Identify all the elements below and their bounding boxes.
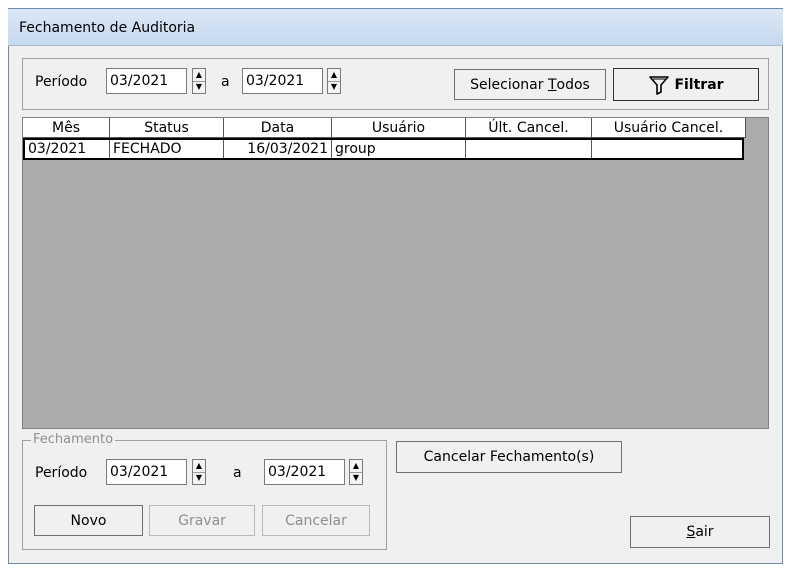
audit-grid[interactable]: Mês Status Data Usuário Últ. Cancel. Usu…	[22, 117, 769, 429]
window-title: Fechamento de Auditoria	[19, 20, 196, 36]
spin-down-icon[interactable]: ▼	[193, 82, 205, 94]
filter-to-input[interactable]: 03/2021	[242, 68, 323, 94]
fechamento-from-spinner[interactable]: ▲ ▼	[192, 459, 206, 485]
column-header-ult-cancel[interactable]: Últ. Cancel.	[466, 118, 592, 138]
cell-mes: 03/2021	[25, 140, 110, 158]
fechamento-a-label: a	[233, 465, 242, 481]
sair-hotkey: S	[686, 524, 696, 540]
filter-a-label: a	[221, 74, 230, 90]
funnel-icon	[649, 75, 670, 95]
filter-from-input[interactable]: 03/2021	[106, 68, 187, 94]
fechamento-periodo-label: Período	[35, 465, 88, 481]
column-header-usuario[interactable]: Usuário	[332, 118, 466, 138]
column-header-data[interactable]: Data	[224, 118, 332, 138]
select-all-hotkey: T	[547, 76, 557, 93]
select-all-suffix: odos	[556, 76, 590, 93]
filter-periodo-label: Período	[35, 74, 88, 90]
table-row[interactable]: 03/2021 FECHADO 16/03/2021 group	[23, 138, 744, 160]
cell-status: FECHADO	[110, 140, 224, 158]
title-bar: Fechamento de Auditoria	[8, 9, 783, 46]
filter-button-label: Filtrar	[674, 76, 724, 93]
cancelar-fechamentos-button[interactable]: Cancelar Fechamento(s)	[396, 441, 622, 473]
spin-up-icon[interactable]: ▲	[193, 460, 205, 473]
spin-down-icon[interactable]: ▼	[328, 82, 340, 94]
filter-to-spinner[interactable]: ▲ ▼	[327, 68, 341, 94]
column-header-mes[interactable]: Mês	[23, 118, 110, 138]
cancelar-button[interactable]: Cancelar	[262, 505, 370, 536]
cell-ult-cancel	[466, 140, 592, 158]
cell-usuario: group	[332, 140, 466, 158]
spin-up-icon[interactable]: ▲	[350, 460, 362, 473]
spin-up-icon[interactable]: ▲	[328, 69, 340, 82]
column-header-usuario-cancel[interactable]: Usuário Cancel.	[592, 118, 746, 138]
sair-suffix: air	[695, 524, 714, 540]
gravar-button[interactable]: Gravar	[149, 505, 255, 536]
cell-usuario-cancel	[592, 140, 742, 158]
spin-down-icon[interactable]: ▼	[350, 473, 362, 485]
novo-button[interactable]: Novo	[34, 505, 143, 536]
filter-from-spinner[interactable]: ▲ ▼	[192, 68, 206, 94]
fechamento-legend: Fechamento	[31, 432, 116, 447]
cell-data: 16/03/2021	[224, 140, 332, 158]
spin-down-icon[interactable]: ▼	[193, 473, 205, 485]
select-all-button[interactable]: Selecionar Todos	[454, 69, 606, 100]
filter-button[interactable]: Filtrar	[613, 68, 759, 101]
spin-up-icon[interactable]: ▲	[193, 69, 205, 82]
fechamento-to-spinner[interactable]: ▲ ▼	[349, 459, 363, 485]
fechamento-to-input[interactable]: 03/2021	[264, 459, 345, 485]
fechamento-from-input[interactable]: 03/2021	[106, 459, 187, 485]
column-header-status[interactable]: Status	[110, 118, 224, 138]
sair-button[interactable]: Sair	[630, 516, 770, 548]
select-all-prefix: Selecionar	[470, 76, 548, 93]
